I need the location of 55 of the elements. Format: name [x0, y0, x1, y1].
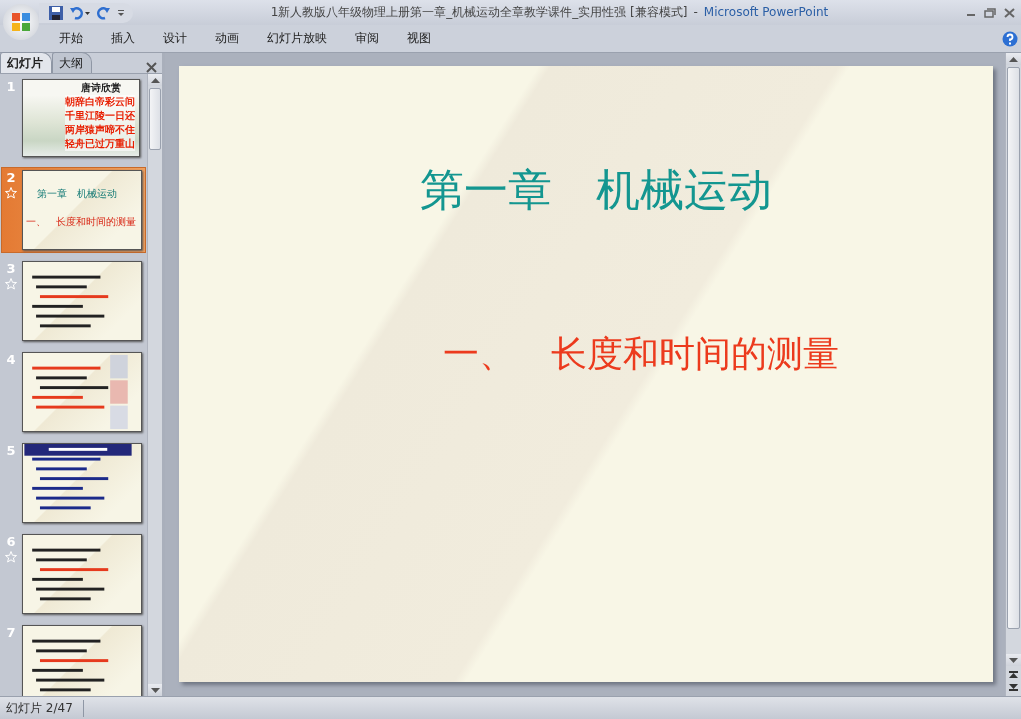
- scrollbar-thumb[interactable]: [149, 88, 161, 150]
- slide-number: 4: [6, 352, 16, 367]
- document-title: 1新人教版八年级物理上册第一章_机械运动全章教学课件_实用性强 [兼容模式]: [270, 5, 688, 19]
- slide-scrollbar[interactable]: [1005, 53, 1021, 696]
- close-pane-icon[interactable]: [146, 62, 157, 73]
- undo-icon[interactable]: [69, 5, 91, 20]
- ribbon-tab[interactable]: 开始: [47, 30, 99, 47]
- thumbnail-title: 唐诗欣赏: [81, 82, 121, 94]
- customize-caret-icon[interactable]: [117, 8, 125, 17]
- help-icon[interactable]: [1002, 30, 1018, 47]
- slide-number: 2: [6, 170, 16, 185]
- star-icon[interactable]: [5, 551, 17, 563]
- next-slide-icon[interactable]: [1009, 683, 1018, 692]
- down-arrow-icon: [150, 687, 160, 693]
- slide-subtitle: 一、 长度和时间的测量: [442, 332, 839, 376]
- slide-title: 第一章 机械运动: [419, 163, 772, 217]
- slide-number: 1: [6, 79, 16, 94]
- slide-counter: 幻灯片 2/47: [0, 699, 84, 717]
- pane-tab[interactable]: 大纲: [52, 52, 92, 73]
- app-name: Microsoft PowerPoint: [703, 5, 829, 19]
- pane-tab[interactable]: 幻灯片: [0, 52, 52, 73]
- up-arrow-icon: [150, 77, 160, 83]
- slide-number: 5: [6, 443, 16, 458]
- scrollbar-thumb[interactable]: [1007, 67, 1020, 629]
- ribbon-tab[interactable]: 插入: [99, 30, 151, 47]
- title-dash: -: [693, 5, 698, 19]
- close-icon[interactable]: [1004, 7, 1015, 18]
- star-icon[interactable]: [5, 187, 17, 199]
- slide-number: 3: [6, 261, 16, 276]
- previous-slide-icon[interactable]: [1009, 670, 1018, 679]
- save-icon[interactable]: [49, 5, 63, 20]
- down-arrow-icon: [1009, 657, 1018, 663]
- star-icon[interactable]: [5, 278, 17, 290]
- redo-icon[interactable]: [97, 5, 111, 20]
- ribbon-tab[interactable]: 动画: [203, 30, 255, 47]
- scroll-down-button[interactable]: [1006, 654, 1021, 666]
- scroll-up-button[interactable]: [1006, 53, 1021, 65]
- slide-thumbnail-row[interactable]: 1 唐诗欣赏 朝辞白帝彩云间 千里江陵一日还 两岸猿声啼不住 轻舟已过万重山: [1, 76, 146, 162]
- office-button[interactable]: [3, 4, 39, 40]
- thumbnail-scrollbar[interactable]: [147, 74, 162, 696]
- up-arrow-icon: [1009, 56, 1018, 62]
- slide-thumbnail[interactable]: 唐诗欣赏 朝辞白帝彩云间 千里江陵一日还 两岸猿声啼不住 轻舟已过万重山: [22, 79, 140, 157]
- thumbnail-subtitle: 一、 长度和时间的测量: [26, 215, 137, 229]
- slide-thumbnail-row[interactable]: 2 第一章 机械运动 一、 长度和时间的测量: [1, 167, 146, 253]
- slide-number: 7: [6, 625, 16, 640]
- ribbon-tab[interactable]: 视图: [395, 30, 447, 47]
- restore-icon[interactable]: [984, 7, 996, 18]
- ribbon-tab[interactable]: 设计: [151, 30, 203, 47]
- thumbnail-title: 第一章 机械运动: [37, 187, 118, 201]
- ribbon-tab[interactable]: 幻灯片放映: [255, 30, 343, 47]
- scroll-up-button[interactable]: [148, 74, 162, 86]
- slide-number: 6: [6, 534, 16, 549]
- slide-thumbnail[interactable]: 第一章 机械运动 一、 长度和时间的测量: [22, 170, 142, 250]
- scroll-down-button[interactable]: [148, 684, 162, 696]
- ribbon-tab[interactable]: 审阅: [343, 30, 395, 47]
